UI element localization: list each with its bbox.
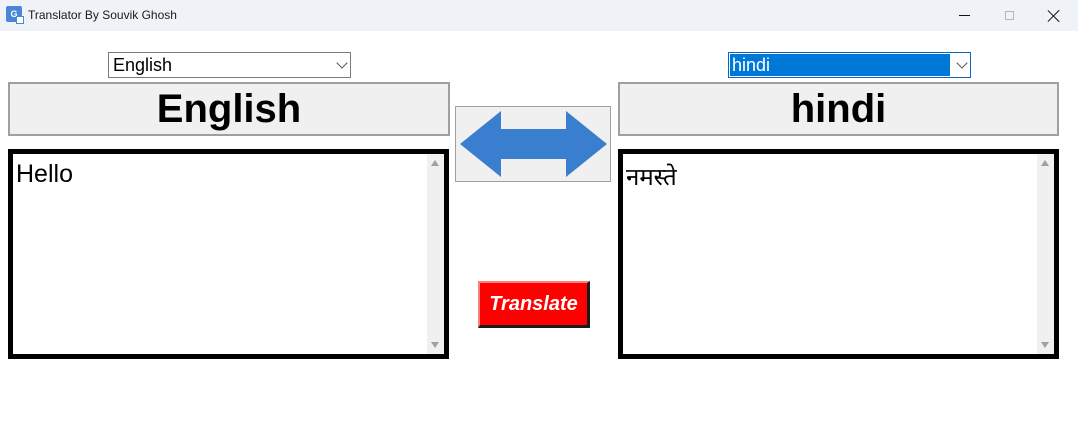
double-arrow-icon [460, 111, 607, 177]
app-icon: G [6, 6, 24, 24]
translate-button[interactable]: Translate [478, 281, 590, 328]
scroll-up-icon[interactable] [1041, 160, 1049, 166]
source-language-select-value: English [113, 55, 173, 75]
chevron-down-icon [336, 57, 348, 69]
swap-languages-button[interactable] [455, 106, 611, 182]
target-language-select[interactable]: hindi [728, 52, 971, 78]
target-language-select-value: hindi [730, 54, 950, 76]
target-language-label: hindi [618, 82, 1059, 136]
minimize-button[interactable] [941, 0, 987, 31]
source-language-label: English [8, 82, 450, 136]
window-title: Translator By Souvik Ghosh [28, 8, 177, 22]
close-button[interactable] [1031, 0, 1077, 31]
source-language-select[interactable]: English [108, 52, 351, 78]
source-text: Hello [16, 160, 73, 188]
scroll-down-icon[interactable] [431, 342, 439, 348]
target-scrollbar[interactable] [1037, 154, 1054, 354]
maximize-icon [1004, 11, 1014, 20]
maximize-button[interactable] [986, 0, 1032, 31]
source-scrollbar[interactable] [427, 154, 444, 354]
title-bar: G Translator By Souvik Ghosh [0, 0, 1078, 31]
target-text: नमस्ते [626, 163, 677, 191]
minimize-icon [958, 15, 970, 16]
scroll-down-icon[interactable] [1041, 342, 1049, 348]
target-text-area[interactable]: नमस्ते [618, 149, 1059, 359]
close-icon [1048, 10, 1060, 22]
source-text-area[interactable]: Hello [8, 149, 449, 359]
chevron-down-icon [956, 57, 968, 69]
scroll-up-icon[interactable] [431, 160, 439, 166]
